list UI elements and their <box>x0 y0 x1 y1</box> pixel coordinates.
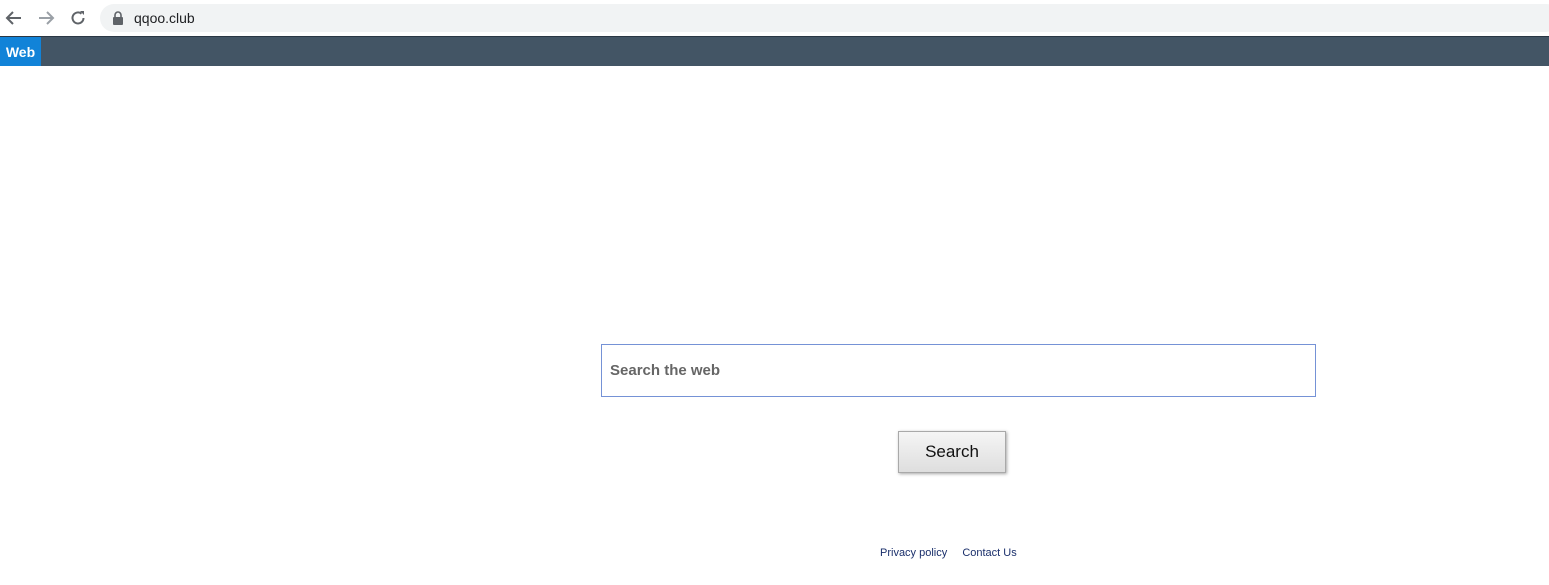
footer-links: Privacy policy Contact Us <box>880 547 1029 559</box>
search-button[interactable]: Search <box>898 431 1006 473</box>
tab-web[interactable]: Web <box>0 37 41 66</box>
reload-button[interactable] <box>66 6 90 30</box>
url-text: qqoo.club <box>134 10 195 26</box>
lock-icon <box>113 11 123 25</box>
back-button[interactable] <box>2 6 26 30</box>
forward-button[interactable] <box>34 6 58 30</box>
reload-icon <box>71 11 85 25</box>
search-input[interactable] <box>601 344 1316 397</box>
arrow-left-icon <box>5 11 21 25</box>
browser-toolbar: qqoo.club <box>0 0 1549 36</box>
site-nav-bar: Web <box>0 36 1549 66</box>
arrow-right-icon <box>39 11 55 25</box>
contact-us-link[interactable]: Contact Us <box>962 547 1016 559</box>
privacy-policy-link[interactable]: Privacy policy <box>880 547 947 559</box>
address-bar[interactable]: qqoo.club <box>100 4 1549 32</box>
